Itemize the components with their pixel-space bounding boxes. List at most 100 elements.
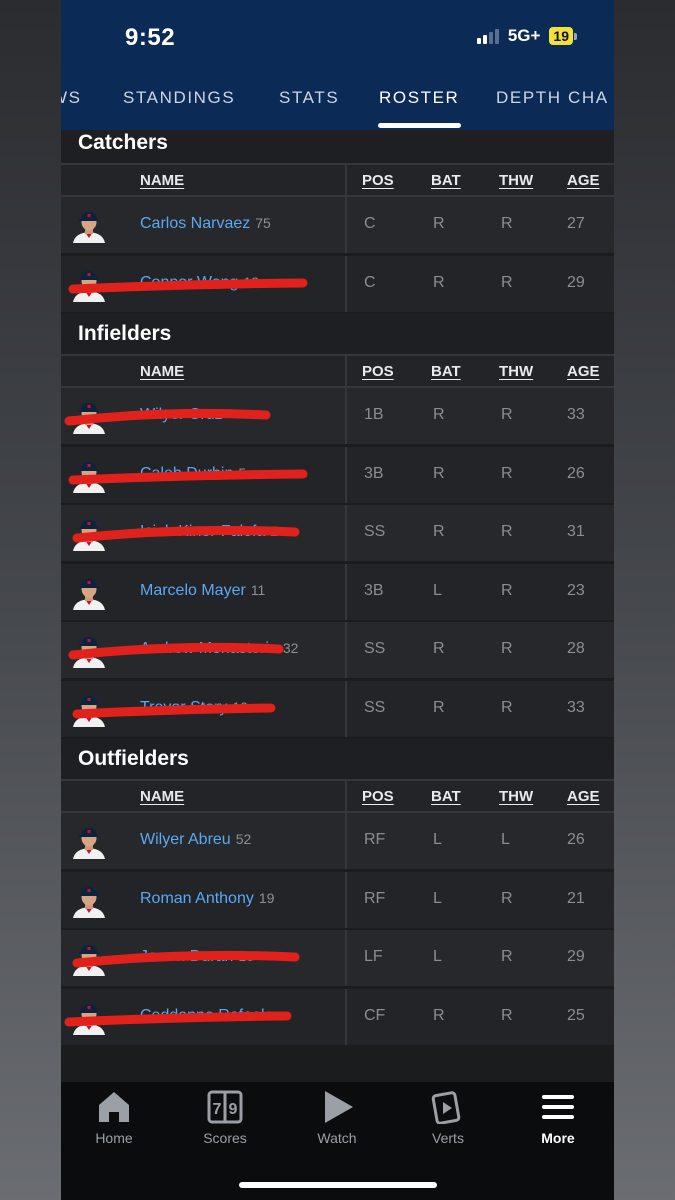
player-pos: LF bbox=[364, 948, 383, 965]
bottom-nav: Home 7 9 Scores Watch Verts More bbox=[61, 1082, 614, 1200]
tab-depth-chart[interactable]: DEPTH CHA bbox=[496, 88, 609, 108]
table-header: NAME POS BAT THW AGE bbox=[61, 163, 614, 197]
player-bat: R bbox=[433, 215, 445, 232]
player-row[interactable]: Connor Wong 12 C R R 29 bbox=[61, 255, 614, 314]
player-name-link[interactable]: Wilyer Cruz bbox=[140, 406, 228, 424]
jersey-number: 5 bbox=[238, 464, 247, 481]
player-headshot bbox=[73, 1003, 105, 1035]
home-icon bbox=[99, 1092, 129, 1122]
player-bat: L bbox=[433, 948, 442, 965]
player-thw: R bbox=[501, 889, 513, 907]
player-age: 28 bbox=[567, 640, 585, 657]
player-bat: R bbox=[433, 273, 445, 291]
header-name[interactable]: NAME bbox=[140, 356, 184, 386]
player-name-link[interactable]: Caleb Durbin 5 bbox=[140, 465, 246, 483]
player-thw: R bbox=[501, 215, 513, 232]
player-row[interactable]: Marcelo Mayer 11 3B L R 23 bbox=[61, 563, 614, 622]
header-age[interactable]: AGE bbox=[567, 781, 600, 811]
player-row[interactable]: Isiah Kiner-Falefa 2 SS R R 31 bbox=[61, 505, 614, 563]
nav-watch[interactable]: Watch bbox=[292, 1090, 382, 1146]
nav-scores[interactable]: 7 9 Scores bbox=[180, 1090, 270, 1146]
header-pos[interactable]: POS bbox=[362, 165, 394, 195]
player-headshot bbox=[73, 461, 105, 493]
header-pos[interactable]: POS bbox=[362, 356, 394, 386]
tab-news[interactable]: WS bbox=[61, 88, 82, 108]
player-name: Roman Anthony bbox=[140, 889, 254, 907]
jersey-number: 11 bbox=[250, 581, 266, 598]
active-tab-indicator bbox=[378, 123, 461, 128]
player-row[interactable]: Carlos Narvaez 75 C R R 27 bbox=[61, 197, 614, 255]
column-divider bbox=[345, 505, 347, 561]
home-indicator[interactable] bbox=[239, 1182, 437, 1188]
player-bat: L bbox=[433, 889, 442, 907]
signal-icon bbox=[476, 28, 499, 44]
player-row[interactable]: Trevor Story 10 SS R R 33 bbox=[61, 680, 614, 739]
player-pos: SS bbox=[364, 523, 386, 540]
player-thw: R bbox=[501, 581, 513, 599]
roster-list[interactable]: Catchers NAME POS BAT THW AGE Carlos Narvaez 75… bbox=[61, 130, 614, 1082]
nav-more-label: More bbox=[541, 1130, 575, 1146]
player-name-link[interactable]: Jarren Duran 16 bbox=[140, 948, 254, 966]
player-pos: CF bbox=[364, 1006, 386, 1024]
header-name[interactable]: NAME bbox=[140, 165, 184, 195]
nav-verts[interactable]: Verts bbox=[403, 1090, 493, 1146]
header-pos[interactable]: POS bbox=[362, 781, 394, 811]
play-icon bbox=[325, 1091, 353, 1123]
header-thw[interactable]: THW bbox=[499, 165, 533, 195]
player-name-link[interactable]: Wilyer Abreu 52 bbox=[140, 831, 251, 849]
tab-standings[interactable]: STANDINGS bbox=[123, 88, 235, 108]
player-thw: R bbox=[501, 464, 513, 482]
player-thw: R bbox=[501, 406, 513, 423]
player-age: 33 bbox=[567, 698, 585, 716]
column-divider bbox=[345, 871, 347, 928]
header-name[interactable]: NAME bbox=[140, 781, 184, 811]
player-headshot bbox=[73, 828, 105, 859]
player-headshot bbox=[73, 270, 105, 302]
player-row[interactable]: Wilyer Abreu 52 RF L L 26 bbox=[61, 813, 614, 871]
player-name-link[interactable]: Roman Anthony 19 bbox=[140, 890, 274, 908]
header-bat[interactable]: BAT bbox=[431, 356, 461, 386]
player-row[interactable]: Roman Anthony 19 RF L R 21 bbox=[61, 871, 614, 930]
player-pos: RF bbox=[364, 831, 386, 848]
player-age: 33 bbox=[567, 406, 585, 423]
nav-home[interactable]: Home bbox=[69, 1090, 159, 1146]
player-name-link[interactable]: Marcelo Mayer 11 bbox=[140, 582, 265, 600]
player-name-link[interactable]: Trevor Story 10 bbox=[140, 699, 248, 717]
nav-more[interactable]: More bbox=[513, 1090, 603, 1146]
player-age: 26 bbox=[567, 831, 585, 848]
header-thw[interactable]: THW bbox=[499, 356, 533, 386]
player-row[interactable]: Andrew Monasterio 32 SS R R 28 bbox=[61, 622, 614, 680]
header-thw[interactable]: THW bbox=[499, 781, 533, 811]
player-bat: R bbox=[433, 464, 445, 482]
jersey-number: 19 bbox=[258, 889, 275, 906]
player-name-link[interactable]: Isiah Kiner-Falefa 2 bbox=[140, 523, 278, 541]
header-age[interactable]: AGE bbox=[567, 356, 600, 386]
header-age[interactable]: AGE bbox=[567, 165, 600, 195]
player-row[interactable]: Caleb Durbin 5 3B R R 26 bbox=[61, 446, 614, 505]
tab-stats[interactable]: STATS bbox=[279, 88, 339, 108]
column-divider bbox=[345, 680, 347, 737]
player-row[interactable]: Ceddanne Rafaela CF R R 25 bbox=[61, 988, 614, 1047]
player-headshot bbox=[73, 637, 105, 668]
player-name: Trevor Story bbox=[140, 698, 228, 716]
header-bat[interactable]: BAT bbox=[431, 165, 461, 195]
player-name-link[interactable]: Andrew Monasterio 32 bbox=[140, 640, 298, 658]
player-bat: R bbox=[433, 523, 445, 540]
svg-text:7: 7 bbox=[213, 1101, 222, 1118]
nav-home-label: Home bbox=[95, 1130, 133, 1146]
player-age: 21 bbox=[567, 889, 585, 907]
player-name: Caleb Durbin bbox=[140, 464, 234, 482]
header-bat[interactable]: BAT bbox=[431, 781, 461, 811]
player-name: Ceddanne Rafaela bbox=[140, 1006, 274, 1024]
menu-icon bbox=[542, 1095, 574, 1119]
player-name-link[interactable]: Ceddanne Rafaela bbox=[140, 1007, 278, 1025]
status-indicators: 5G+ 19 bbox=[476, 26, 577, 46]
player-thw: L bbox=[501, 831, 510, 848]
player-name-link[interactable]: Carlos Narvaez 75 bbox=[140, 215, 271, 233]
player-row[interactable]: Wilyer Cruz 1B R R 33 bbox=[61, 388, 614, 446]
column-divider bbox=[345, 988, 347, 1045]
column-divider bbox=[345, 622, 347, 678]
tab-roster[interactable]: ROSTER bbox=[379, 88, 459, 108]
player-row[interactable]: Jarren Duran 16 LF L R 29 bbox=[61, 930, 614, 988]
player-name-link[interactable]: Connor Wong 12 bbox=[140, 274, 259, 292]
